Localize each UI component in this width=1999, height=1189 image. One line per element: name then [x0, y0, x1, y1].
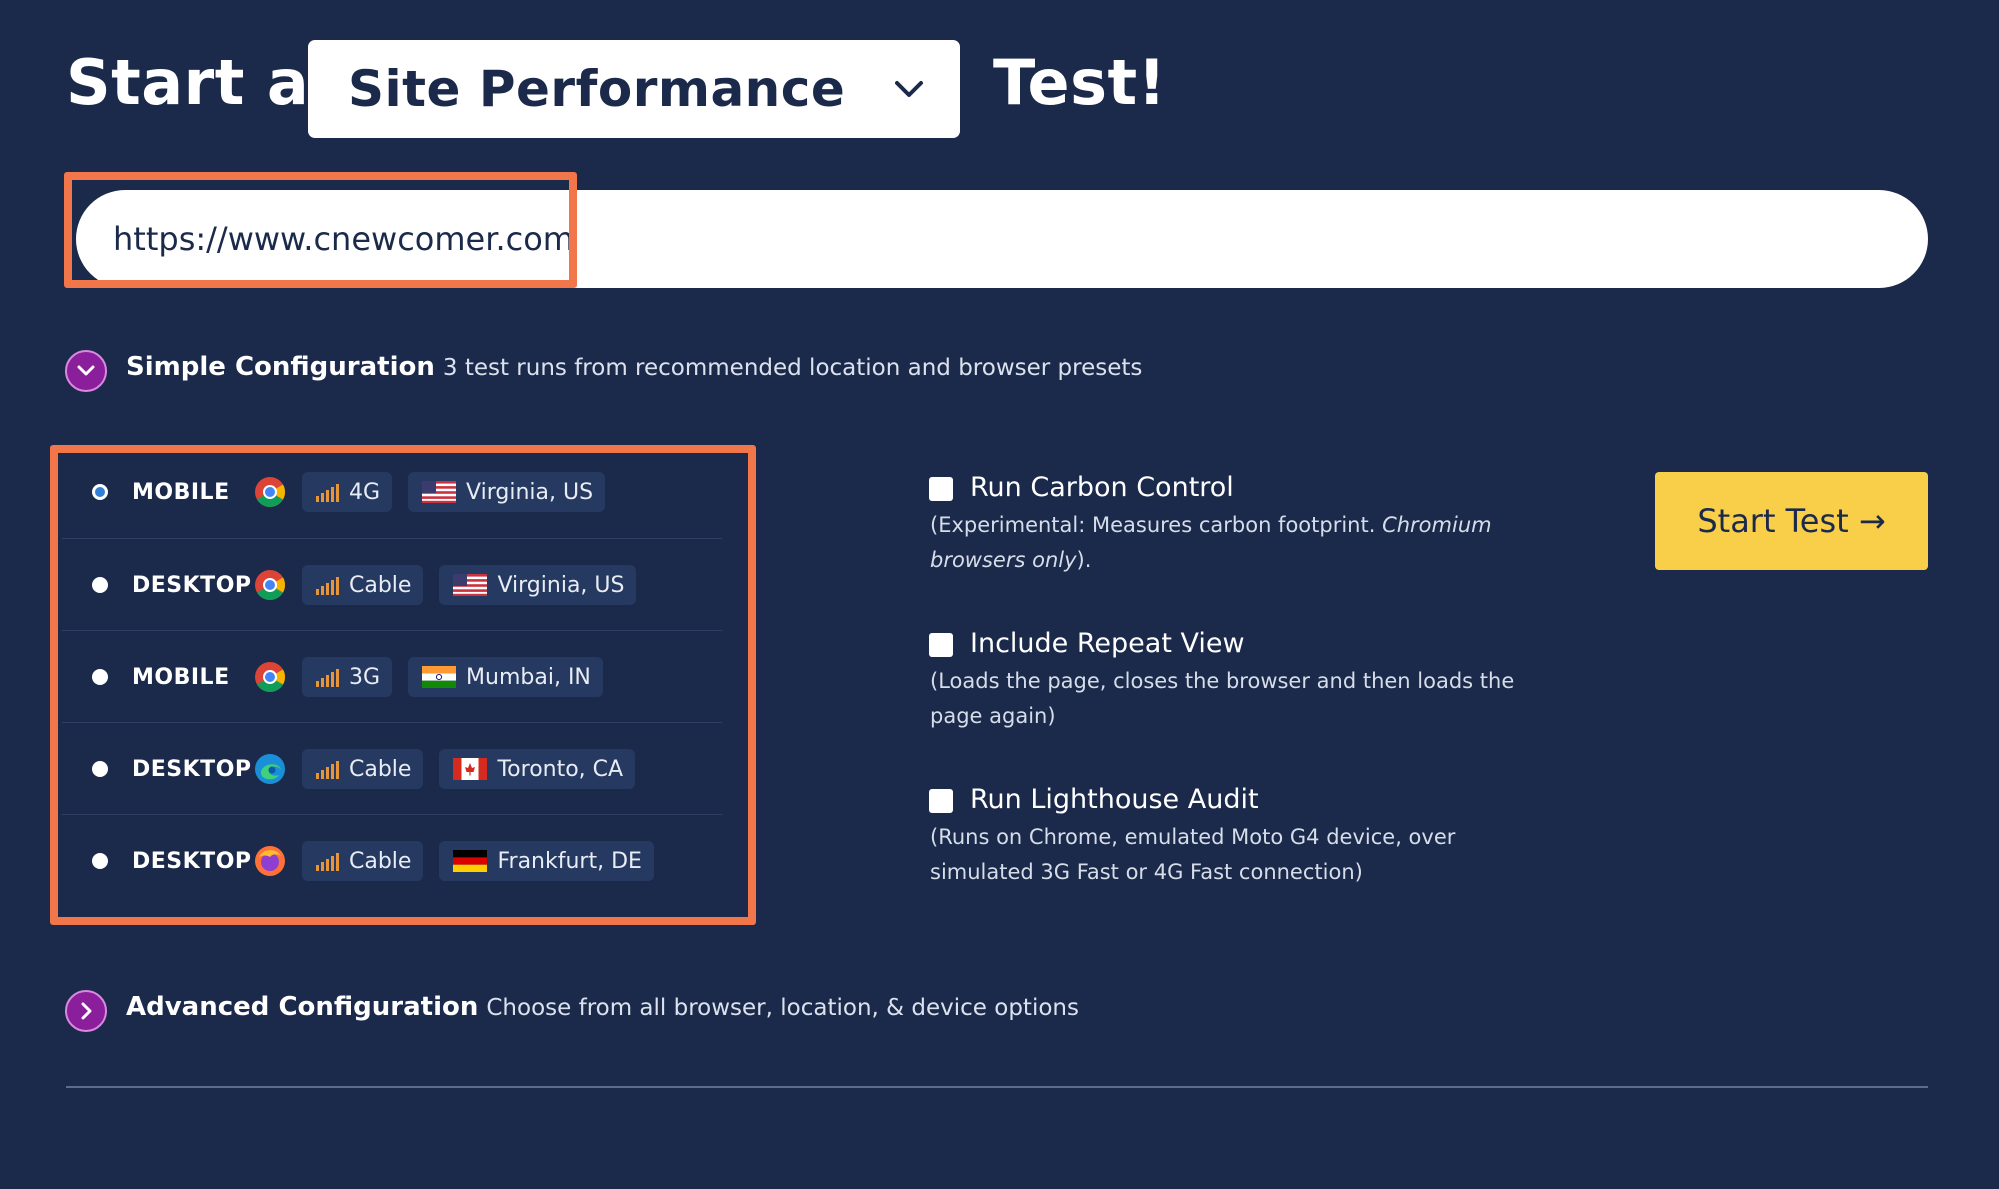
- connection-chip: 3G: [302, 657, 393, 697]
- test-type-selected-label: Site Performance: [348, 60, 846, 118]
- connection-label: Cable: [349, 848, 412, 874]
- chevron-right-icon: [81, 1002, 92, 1020]
- location-label: Mumbai, IN: [466, 664, 591, 690]
- preset-device: DESKTOP: [132, 848, 252, 874]
- advanced-config-toggle[interactable]: [65, 990, 107, 1032]
- lighthouse-description: (Runs on Chrome, emulated Moto G4 device…: [930, 825, 1456, 884]
- preset-radio[interactable]: [92, 761, 108, 777]
- connection-label: Cable: [349, 572, 412, 598]
- location-chip: Frankfurt, DE: [439, 841, 654, 881]
- advanced-config-header: Advanced Configuration Choose from all b…: [126, 992, 1079, 1022]
- connection-chip: Cable: [302, 841, 424, 881]
- simple-config-description: 3 test runs from recommended location an…: [442, 355, 1143, 381]
- location-label: Frankfurt, DE: [497, 848, 642, 874]
- preset-row-3[interactable]: MOBILE 3G Mumbai, IN: [62, 631, 722, 723]
- test-type-select[interactable]: Site Performance: [308, 40, 960, 138]
- preset-row-4[interactable]: DESKTOP Cable Toronto, CA: [62, 723, 722, 815]
- carbon-control-description: (Experimental: Measures carbon footprint…: [930, 508, 1550, 578]
- preset-device: MOBILE: [132, 664, 230, 690]
- location-chip: Mumbai, IN: [408, 657, 603, 697]
- carbon-control-checkbox[interactable]: [929, 477, 953, 501]
- connection-label: 3G: [349, 664, 381, 690]
- location-label: Virginia, US: [466, 479, 594, 505]
- edge-icon: [255, 754, 285, 784]
- carbon-control-label: Run Carbon Control: [970, 472, 1234, 503]
- preset-radio-selected[interactable]: [92, 484, 108, 500]
- simple-config-toggle[interactable]: [65, 350, 107, 392]
- location-label: Virginia, US: [497, 572, 625, 598]
- repeat-view-checkbox[interactable]: [929, 633, 953, 657]
- preset-radio[interactable]: [92, 669, 108, 685]
- signal-icon: [316, 482, 339, 502]
- chrome-icon: [255, 570, 286, 601]
- location-label: Toronto, CA: [497, 756, 624, 782]
- location-chip: Toronto, CA: [439, 749, 636, 789]
- firefox-icon: [255, 846, 285, 876]
- germany-flag-icon: [453, 850, 488, 872]
- section-divider: [66, 1086, 1928, 1088]
- simple-config-header: Simple Configuration 3 test runs from re…: [126, 352, 1142, 382]
- preset-radio[interactable]: [92, 577, 108, 593]
- carbon-desc-end: ).: [1076, 548, 1092, 572]
- connection-chip: Cable: [302, 565, 424, 605]
- preset-row-5[interactable]: DESKTOP Cable Frankfurt, DE: [62, 815, 722, 907]
- connection-chip: 4G: [302, 472, 393, 512]
- advanced-config-description: Choose from all browser, location, & dev…: [486, 995, 1079, 1021]
- location-chip: Virginia, US: [408, 472, 606, 512]
- preset-radio[interactable]: [92, 853, 108, 869]
- chevron-down-icon: [895, 81, 923, 97]
- carbon-desc-main: (Experimental: Measures carbon footprint…: [930, 513, 1383, 537]
- connection-label: 4G: [349, 479, 381, 505]
- chevron-down-icon: [77, 365, 95, 376]
- preset-row-2[interactable]: DESKTOP Cable Virginia, US: [62, 539, 722, 631]
- preset-device: MOBILE: [132, 479, 230, 505]
- simple-config-title: Simple Configuration: [126, 352, 435, 382]
- advanced-config-title: Advanced Configuration: [126, 992, 479, 1022]
- preset-row-1[interactable]: MOBILE 4G Virginia, US: [62, 446, 722, 538]
- repeat-view-description: (Loads the page, closes the browser and …: [930, 669, 1515, 728]
- canada-flag-icon: [453, 758, 488, 780]
- chrome-icon: [255, 477, 286, 508]
- title-suffix: Test!: [993, 46, 1167, 119]
- signal-icon: [316, 851, 339, 871]
- signal-icon: [316, 575, 339, 595]
- title-prefix: Start a: [66, 46, 310, 119]
- us-flag-icon: [453, 574, 488, 596]
- connection-label: Cable: [349, 756, 412, 782]
- preset-device: DESKTOP: [132, 572, 252, 598]
- india-flag-icon: [422, 666, 457, 688]
- lighthouse-label: Run Lighthouse Audit: [970, 784, 1259, 815]
- chrome-icon: [255, 662, 286, 693]
- url-input[interactable]: [113, 206, 1013, 272]
- location-chip: Virginia, US: [439, 565, 637, 605]
- lighthouse-checkbox[interactable]: [929, 789, 953, 813]
- preset-device: DESKTOP: [132, 756, 252, 782]
- start-test-button[interactable]: Start Test →: [1655, 472, 1928, 570]
- connection-chip: Cable: [302, 749, 424, 789]
- signal-icon: [316, 667, 339, 687]
- repeat-view-label: Include Repeat View: [970, 628, 1245, 659]
- signal-icon: [316, 759, 339, 779]
- us-flag-icon: [422, 481, 457, 503]
